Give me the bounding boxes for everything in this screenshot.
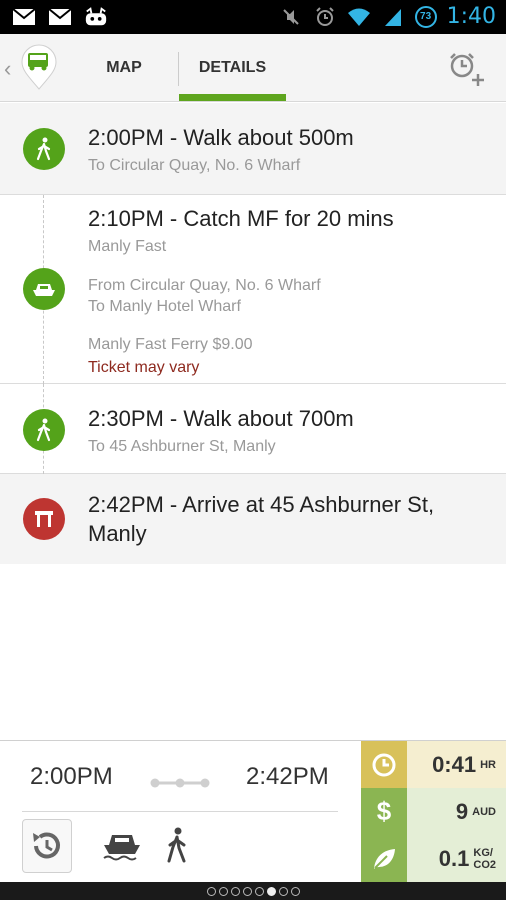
tab-details[interactable]: DETAILS (179, 34, 286, 102)
notification-icons (12, 6, 108, 28)
walk-icon (164, 827, 190, 863)
leg-walk-1[interactable]: 2:00PM - Walk about 500m To Circular Qua… (0, 103, 506, 195)
co2-unit-bottom: CO2 (473, 859, 496, 871)
duration-stat: 0:41 HR (361, 741, 506, 788)
gmail-icon (48, 6, 72, 28)
dollar-icon: $ (361, 788, 407, 835)
battery-icon: 73 (414, 5, 437, 28)
walk-icon (23, 128, 65, 170)
page-dot[interactable] (290, 886, 300, 896)
leg-to: To Manly Hotel Wharf (88, 298, 241, 315)
cost-value-box: 9 AUD (407, 788, 506, 835)
walk-icon (23, 409, 65, 451)
trip-summary: 2:00PM 2:42PM 0:41 HR $ 9 AUD 0.1 KG/ CO… (0, 740, 506, 883)
leg-title: 2:00PM - Walk about 500m (88, 125, 354, 150)
leg-ferry[interactable]: 2:10PM - Catch MF for 20 mins Manly Fast… (0, 195, 506, 384)
wifi-icon (347, 6, 371, 28)
leg-from: From Circular Quay, No. 6 Wharf (88, 277, 321, 294)
alarm-icon (313, 6, 337, 28)
ferry-icon (23, 268, 65, 310)
clock-icon (361, 741, 407, 788)
co2-stat: 0.1 KG/ CO2 (361, 835, 506, 883)
co2-unit-top: KG/ (473, 847, 493, 859)
leg-title-line2: Manly (88, 521, 147, 546)
status-bar: 73 1:40 (0, 0, 506, 34)
co2-value: 0.1 (438, 846, 470, 871)
ferry-icon (102, 829, 142, 861)
page-dot[interactable] (242, 886, 252, 896)
gmail-icon (12, 6, 36, 28)
add-alarm-button[interactable] (446, 50, 486, 86)
progress-dots (150, 775, 210, 788)
duration-value: 0:41 (432, 751, 477, 777)
co2-value-box: 0.1 KG/ CO2 (407, 835, 506, 883)
cost-value: 9 (455, 798, 469, 824)
leg-fare: Manly Fast Ferry $9.00 (88, 336, 253, 353)
leg-walk-2[interactable]: 2:30PM - Walk about 700m To 45 Ashburner… (0, 384, 506, 474)
trip-stats: 0:41 HR $ 9 AUD 0.1 KG/ CO2 (361, 741, 506, 883)
leg-arrive[interactable]: 2:42PM - Arrive at 45 Ashburner St, Manl… (0, 474, 506, 564)
leg-title: 2:30PM - Walk about 700m (88, 406, 354, 431)
leg-subtitle: To Circular Quay, No. 6 Wharf (88, 157, 301, 174)
page-dot[interactable] (218, 886, 228, 896)
duration-unit: HR (480, 758, 496, 771)
destination-icon (23, 498, 65, 540)
co2-unit: KG/ CO2 (473, 847, 496, 871)
leg-title: 2:10PM - Catch MF for 20 mins (88, 206, 394, 231)
page-dot[interactable] (206, 886, 216, 896)
end-time: 2:42PM (246, 763, 329, 790)
page-dot[interactable] (278, 886, 288, 896)
leg-title: 2:42PM - Arrive at 45 Ashburner St, (88, 492, 435, 517)
mute-icon (279, 6, 303, 28)
cost-unit: AUD (472, 805, 496, 818)
tab-map[interactable]: MAP (74, 34, 174, 102)
app-logo[interactable] (20, 44, 58, 90)
page-dot[interactable] (230, 886, 240, 896)
signal-icon (381, 6, 405, 28)
selected-tab-indicator (179, 94, 286, 101)
page-indicator (0, 882, 506, 900)
leaf-icon (361, 835, 407, 883)
page-dot[interactable] (266, 886, 276, 896)
cyanogen-icon (84, 6, 108, 28)
leg-route-name: Manly Fast (88, 238, 167, 255)
divider (22, 811, 338, 812)
summary-times: 2:00PM 2:42PM (0, 741, 361, 883)
system-icons: 73 1:40 (279, 4, 496, 29)
history-button[interactable] (22, 819, 72, 873)
itinerary-list: 2:00PM - Walk about 500m To Circular Qua… (0, 103, 506, 564)
duration-value-box: 0:41 HR (407, 741, 506, 788)
cost-stat: $ 9 AUD (361, 788, 506, 835)
page-dot[interactable] (254, 886, 264, 896)
leg-ticket-warning: Ticket may vary (88, 359, 200, 376)
start-time: 2:00PM (30, 763, 113, 790)
back-caret-icon[interactable]: ‹ (4, 56, 11, 82)
action-bar: ‹ MAP DETAILS (0, 34, 506, 102)
clock: 1:40 (446, 4, 496, 29)
leg-subtitle: To 45 Ashburner St, Manly (88, 438, 276, 455)
